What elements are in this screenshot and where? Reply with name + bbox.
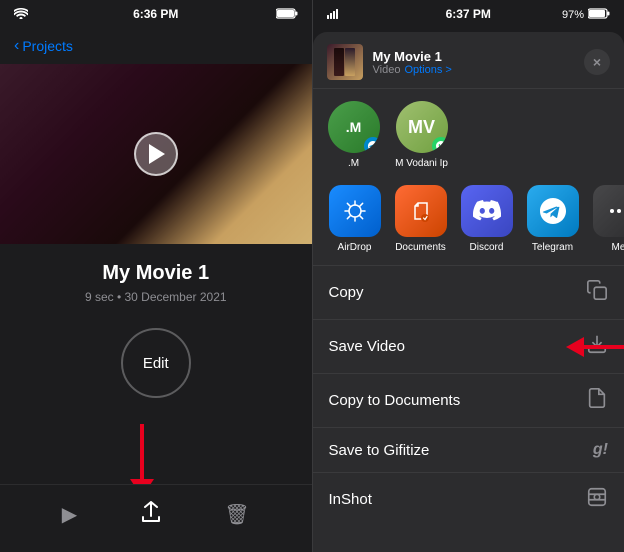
documents-icon [395,185,447,237]
documents-label: Documents [395,242,446,253]
action-list: Copy Save Video [313,266,624,552]
more-icon [593,185,624,237]
status-icons-right-left [276,8,298,22]
film-seg-1 [334,48,344,76]
action-copy[interactable]: Copy [313,266,624,320]
action-gifitize-label: Save to Gifitize [329,442,430,459]
share-header: My Movie 1 Video Options > × [313,32,624,89]
contact-avatar-vodani: MV [396,101,448,153]
airdrop-label: AirDrop [338,242,372,253]
action-copy-label: Copy [329,284,364,301]
time-left: 6:36 PM [133,7,178,21]
telegram-label: Telegram [532,242,573,253]
wifi-icon [14,8,28,22]
chevron-left-icon: ‹ [14,37,19,55]
contact-name-m: .M [348,158,359,169]
bottom-toolbar: ▶ 🗑 [0,484,312,552]
airdrop-icon [329,185,381,237]
left-panel: 6:36 PM ‹ Projects My Movie 1 9 sec • 30… [0,0,312,552]
gif-icon: g! [593,441,608,459]
contact-initial-m: .M [346,119,362,135]
contact-item-m[interactable]: .M .M [327,101,381,169]
more-label: Me [612,242,624,253]
action-save-video-label: Save Video [329,338,405,355]
app-item-more[interactable]: Me [591,185,624,253]
action-copy-documents[interactable]: Copy to Documents [313,374,624,428]
status-bar-left: 6:36 PM [0,0,312,28]
share-toolbar-icon[interactable] [137,497,165,532]
film-strip [334,48,355,76]
edit-button[interactable]: Edit [121,328,191,398]
battery-icon-left [276,8,298,22]
close-button[interactable]: × [584,49,610,75]
play-button[interactable] [134,132,178,176]
play-triangle-icon [149,144,165,164]
status-icons-left [14,8,28,22]
action-copy-docs-label: Copy to Documents [329,392,461,409]
movie-meta: 9 sec • 30 December 2021 [10,290,302,304]
copy-icon [586,279,608,306]
telegram-icon [527,185,579,237]
back-button[interactable]: ‹ Projects [14,37,73,55]
action-inshot-label: InShot [329,491,372,508]
discord-icon [461,185,513,237]
download-icon [586,333,608,360]
action-save-video[interactable]: Save Video [313,320,624,374]
app-item-telegram[interactable]: Telegram [525,185,581,253]
share-movie-title: My Movie 1 [373,49,585,64]
share-sheet: My Movie 1 Video Options > × .M .M [313,32,624,552]
action-inshot[interactable]: InShot [313,473,624,526]
arrow-shaft [140,424,144,479]
telegram-badge [364,137,380,153]
delete-toolbar-icon[interactable]: 🗑 [220,498,253,531]
edit-btn-wrap: Edit [0,314,312,408]
nav-bar-left: ‹ Projects [0,28,312,64]
right-panel: 6:37 PM 97% My Movie 1 Video Options > [313,0,624,552]
video-thumbnail[interactable] [0,64,312,244]
app-item-airdrop[interactable]: AirDrop [327,185,383,253]
discord-label: Discord [470,242,504,253]
share-subtitle: Video [373,64,401,76]
contact-item-vodani[interactable]: MV M Vodani Ip [395,101,449,169]
app-item-discord[interactable]: Discord [459,185,515,253]
status-bar-right: 6:37 PM 97% [313,0,624,28]
contacts-row: .M .M MV M Vodani Ip [313,89,624,177]
film-seg-2 [345,48,355,76]
action-save-gifitize[interactable]: Save to Gifitize g! [313,428,624,473]
play-toolbar-icon[interactable]: ▶ [58,498,81,531]
share-title-block: My Movie 1 Video Options > [373,49,585,76]
contact-avatar-m: .M [328,101,380,153]
movie-thumb-small [327,44,363,80]
contact-name-vodani: M Vodani Ip [395,158,448,169]
app-item-documents[interactable]: Documents [393,185,449,253]
whatsapp-badge [432,137,448,153]
apps-row: AirDrop Documents [313,177,624,266]
documents-action-icon [586,387,608,414]
movie-info: My Movie 1 9 sec • 30 December 2021 [0,244,312,314]
inshot-icon [586,486,608,513]
back-label: Projects [22,38,73,54]
movie-title: My Movie 1 [10,262,302,285]
options-link[interactable]: Options > [404,64,451,76]
arrow-head-right [566,337,584,357]
time-right: 6:37 PM [313,7,624,21]
